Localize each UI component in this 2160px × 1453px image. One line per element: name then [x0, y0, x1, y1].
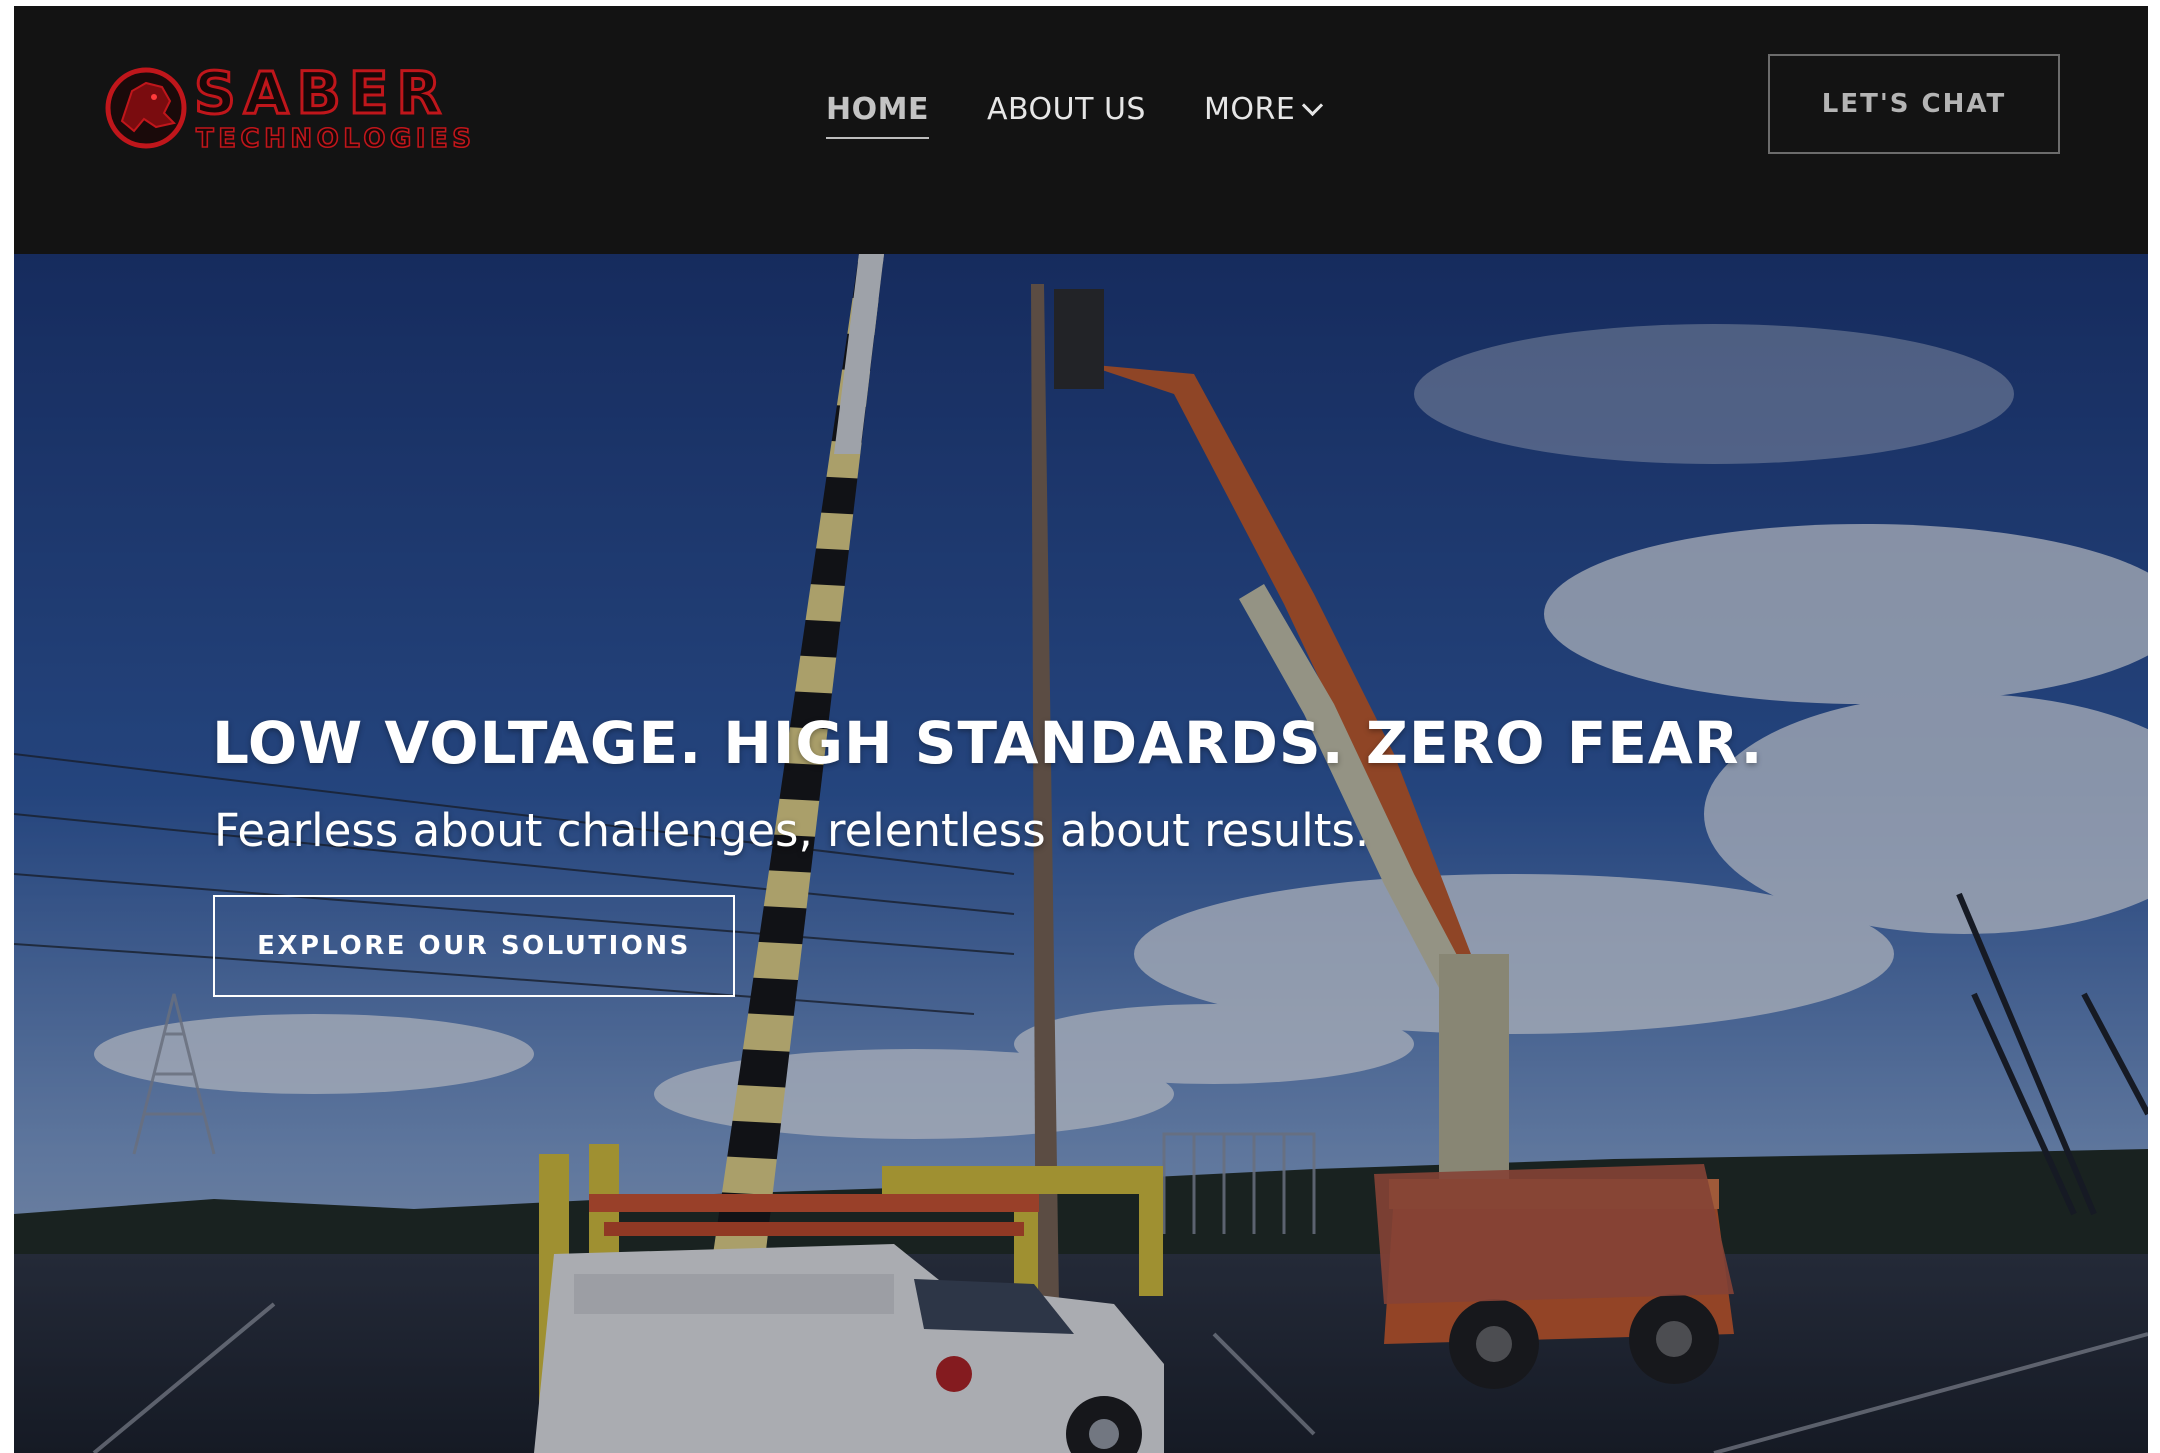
nav-item-more-label: MORE — [1203, 92, 1296, 127]
hero-headline: LOW VOLTAGE. HIGH STANDARDS. ZERO FEAR. — [212, 709, 1764, 777]
hero-section: LOW VOLTAGE. HIGH STANDARDS. ZERO FEAR. … — [14, 254, 2148, 1453]
logo-graphic: SABER TECHNOLOGIES — [105, 61, 475, 155]
hero-subheadline: Fearless about challenges, relentless ab… — [214, 804, 1370, 857]
nav-item-more[interactable]: MORE — [1203, 92, 1324, 127]
main-navigation: HOME ABOUT US MORE — [826, 92, 1378, 139]
logo-wordmark: SABER — [194, 61, 449, 127]
site-header: SABER TECHNOLOGIES HOME ABOUT US MORE LE… — [14, 6, 2148, 254]
saber-technologies-logo[interactable]: SABER TECHNOLOGIES — [104, 61, 624, 156]
logo-subtitle: TECHNOLOGIES — [196, 124, 475, 154]
nav-item-about-us[interactable]: ABOUT US — [987, 92, 1146, 127]
explore-solutions-button[interactable]: EXPLORE OUR SOLUTIONS — [213, 895, 735, 997]
nav-item-home[interactable]: HOME — [826, 92, 929, 139]
browser-viewport: SABER TECHNOLOGIES HOME ABOUT US MORE LE… — [14, 6, 2148, 1453]
lets-chat-button[interactable]: LET'S CHAT — [1768, 54, 2060, 154]
chevron-down-icon — [1302, 94, 1324, 117]
